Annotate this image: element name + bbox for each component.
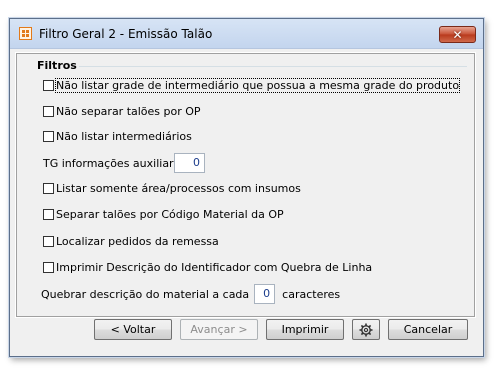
option-imprimir-descricao[interactable]: Imprimir Descrição do Identificador com … (33, 261, 372, 274)
checkbox-nao-separar-taloes[interactable] (43, 106, 54, 117)
option-label: Não listar intermediários (56, 130, 192, 143)
option-label: Não separar talões por OP (56, 105, 201, 118)
settings-button[interactable] (352, 319, 380, 340)
group-divider (79, 66, 467, 67)
option-localizar-pedidos[interactable]: Localizar pedidos da remessa (33, 235, 219, 248)
option-label: Imprimir Descrição do Identificador com … (56, 261, 373, 274)
tg-info-input[interactable]: 0 (174, 153, 205, 173)
quebrar-input[interactable]: 0 (254, 284, 276, 304)
quebrar-row: Quebrar descrição do material a cada 0 c… (33, 284, 340, 304)
checkbox-nao-listar-intermediarios[interactable] (43, 131, 54, 142)
gear-icon (359, 323, 373, 336)
imprimir-button[interactable]: Imprimir (266, 319, 344, 340)
checkbox-localizar-pedidos[interactable] (43, 236, 54, 247)
voltar-button[interactable]: < Voltar (94, 319, 172, 340)
group-title: Filtros (37, 59, 80, 72)
option-label: Listar somente área/processos com insumo… (56, 182, 301, 195)
option-nao-listar-grade[interactable]: Não listar grade de intermediário que po… (33, 78, 461, 93)
avancar-button[interactable]: Avançar > (180, 319, 258, 340)
checkbox-separar-taloes-codigo[interactable] (43, 209, 54, 220)
checkbox-listar-somente-area[interactable] (43, 183, 54, 194)
cancelar-button[interactable]: Cancelar (388, 319, 468, 340)
option-separar-taloes-codigo[interactable]: Separar talões por Código Material da OP (33, 208, 284, 221)
option-label: Localizar pedidos da remessa (56, 235, 219, 248)
tg-info-row: TG informações auxiliares 0 (33, 153, 205, 173)
quebrar-suffix: caracteres (282, 287, 341, 301)
checkbox-imprimir-descricao[interactable] (43, 262, 54, 273)
checkbox-nao-listar-grade[interactable] (43, 80, 54, 91)
option-nao-listar-intermediarios[interactable]: Não listar intermediários (33, 130, 192, 143)
tg-info-label: TG informações auxiliares (43, 156, 186, 170)
quebrar-label: Quebrar descrição do material a cada (41, 287, 250, 301)
option-label: Separar talões por Código Material da OP (56, 208, 284, 221)
option-label: Não listar grade de intermediário que po… (54, 78, 461, 93)
option-listar-somente-area[interactable]: Listar somente área/processos com insumo… (33, 182, 301, 195)
option-nao-separar-taloes[interactable]: Não separar talões por OP (33, 105, 201, 118)
